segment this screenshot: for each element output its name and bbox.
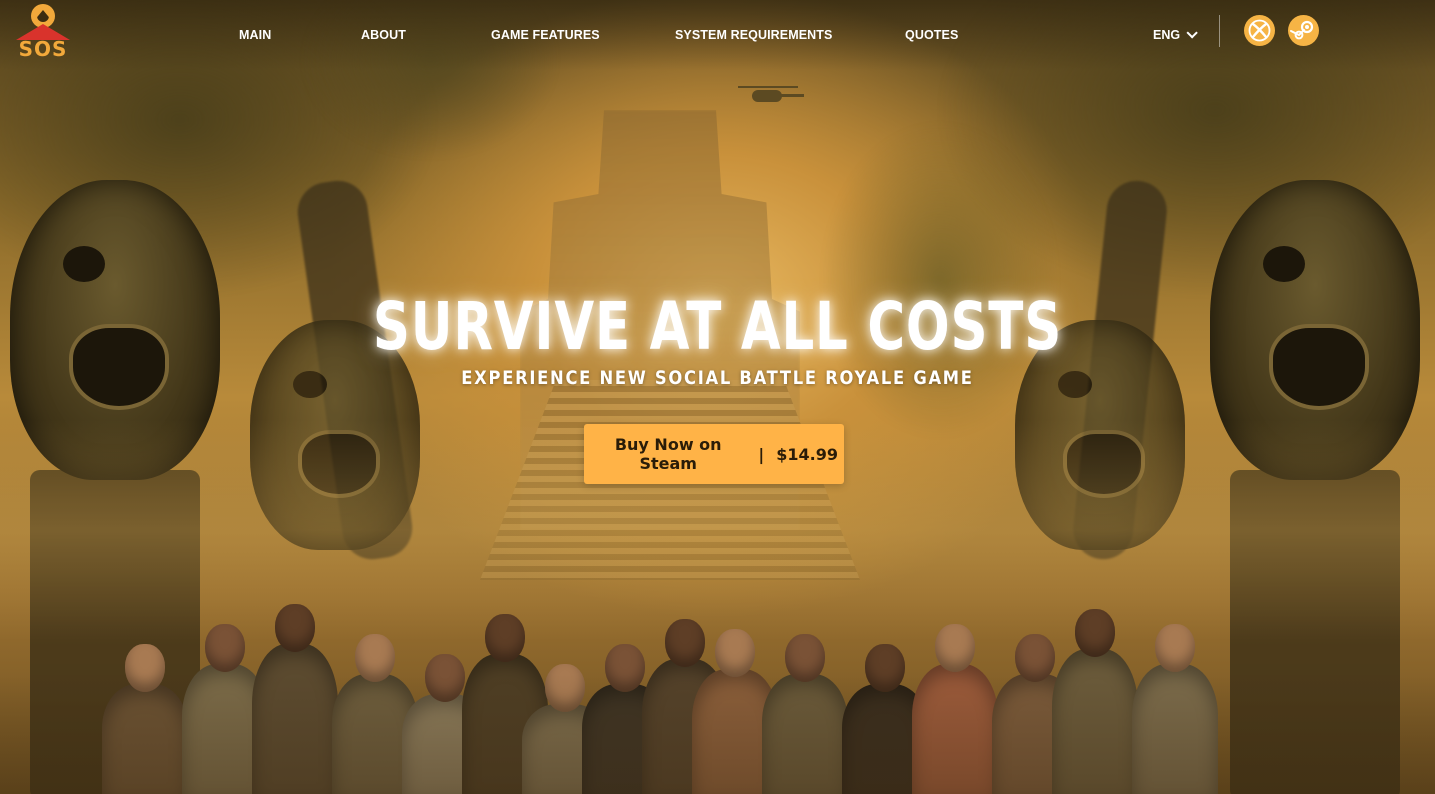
helicopter-silhouette <box>738 84 804 104</box>
nav-item-main[interactable]: MAIN <box>239 26 271 44</box>
character-head <box>715 629 755 677</box>
chevron-down-icon <box>1186 27 1198 39</box>
hero-subtitle: EXPERIENCE NEW SOCIAL BATTLE ROYALE GAME <box>461 367 974 389</box>
logo-text: SOS <box>18 37 68 61</box>
cta-label: Buy Now on Steam <box>614 435 722 473</box>
language-label: ENG <box>1153 28 1181 42</box>
cta-separator: | <box>758 444 765 464</box>
character-head <box>205 624 245 672</box>
cta-price: $14.99 <box>776 444 838 464</box>
character-head <box>275 604 315 652</box>
character-head <box>1155 624 1195 672</box>
sos-logo[interactable]: SOS <box>14 4 72 60</box>
buy-now-steam-button[interactable]: Buy Now on Steam | $14.99 <box>584 424 844 484</box>
top-navigation-bar: SOS MAIN ABOUT GAME FEATURES SYSTEM REQU… <box>0 0 1435 70</box>
nav-item-about[interactable]: ABOUT <box>361 26 406 44</box>
bottom-shade <box>0 674 1435 794</box>
nav-item-game-features[interactable]: GAME FEATURES <box>491 26 600 44</box>
character-head <box>935 624 975 672</box>
hero-title: SURVIVE AT ALL COSTS <box>372 288 1063 365</box>
nav-divider <box>1219 15 1220 47</box>
steam-icon[interactable] <box>1288 15 1319 46</box>
character-head <box>1075 609 1115 657</box>
nav-item-system-requirements[interactable]: SYSTEM REQUIREMENTS <box>675 26 832 44</box>
nav-item-quotes[interactable]: QUOTES <box>905 26 958 44</box>
character-head <box>485 614 525 662</box>
language-selector[interactable]: ENG <box>1153 26 1198 44</box>
xbox-icon[interactable] <box>1244 15 1275 46</box>
hero-background-illustration <box>0 0 1435 794</box>
landing-page: SOS MAIN ABOUT GAME FEATURES SYSTEM REQU… <box>0 0 1435 794</box>
